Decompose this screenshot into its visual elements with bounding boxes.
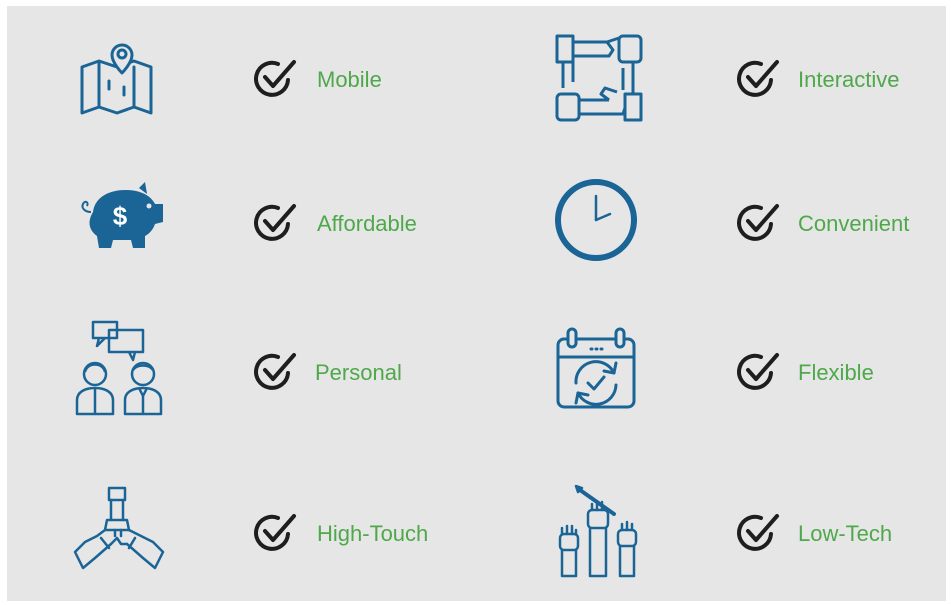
feature-label-interactive: Interactive <box>798 67 900 92</box>
piggy-bank-icon: $ <box>75 182 167 254</box>
hands-collaboration-icon <box>553 32 645 124</box>
feature-label-mobile: Mobile <box>317 67 382 92</box>
check-circle-icon <box>735 56 779 100</box>
feature-label-low-tech: Low-Tech <box>798 521 893 546</box>
feature-label-flexible: Flexible <box>798 360 874 385</box>
check-circle-icon <box>252 200 296 244</box>
check-circle-icon <box>252 510 296 554</box>
check-circle-icon <box>252 349 296 393</box>
check-circle-icon <box>735 200 779 244</box>
feature-label-high-touch: High-Touch <box>317 521 429 546</box>
check-circle-icon <box>735 510 779 554</box>
raised-hands-pencil-icon <box>556 484 642 578</box>
check-circle-icon <box>735 349 779 393</box>
check-circle-icon <box>252 56 296 100</box>
map-location-icon <box>77 37 157 117</box>
svg-text:$: $ <box>113 201 128 231</box>
clock-icon <box>554 178 638 262</box>
feature-label-convenient: Convenient <box>798 211 910 236</box>
feature-panel: Mobile Interactive $ Affordable Convenie… <box>7 6 946 601</box>
hands-together-icon <box>71 486 167 572</box>
calendar-refresh-icon <box>554 327 638 411</box>
feature-label-affordable: Affordable <box>317 211 417 236</box>
people-chat-icon <box>71 320 167 416</box>
feature-label-personal: Personal <box>315 360 402 385</box>
